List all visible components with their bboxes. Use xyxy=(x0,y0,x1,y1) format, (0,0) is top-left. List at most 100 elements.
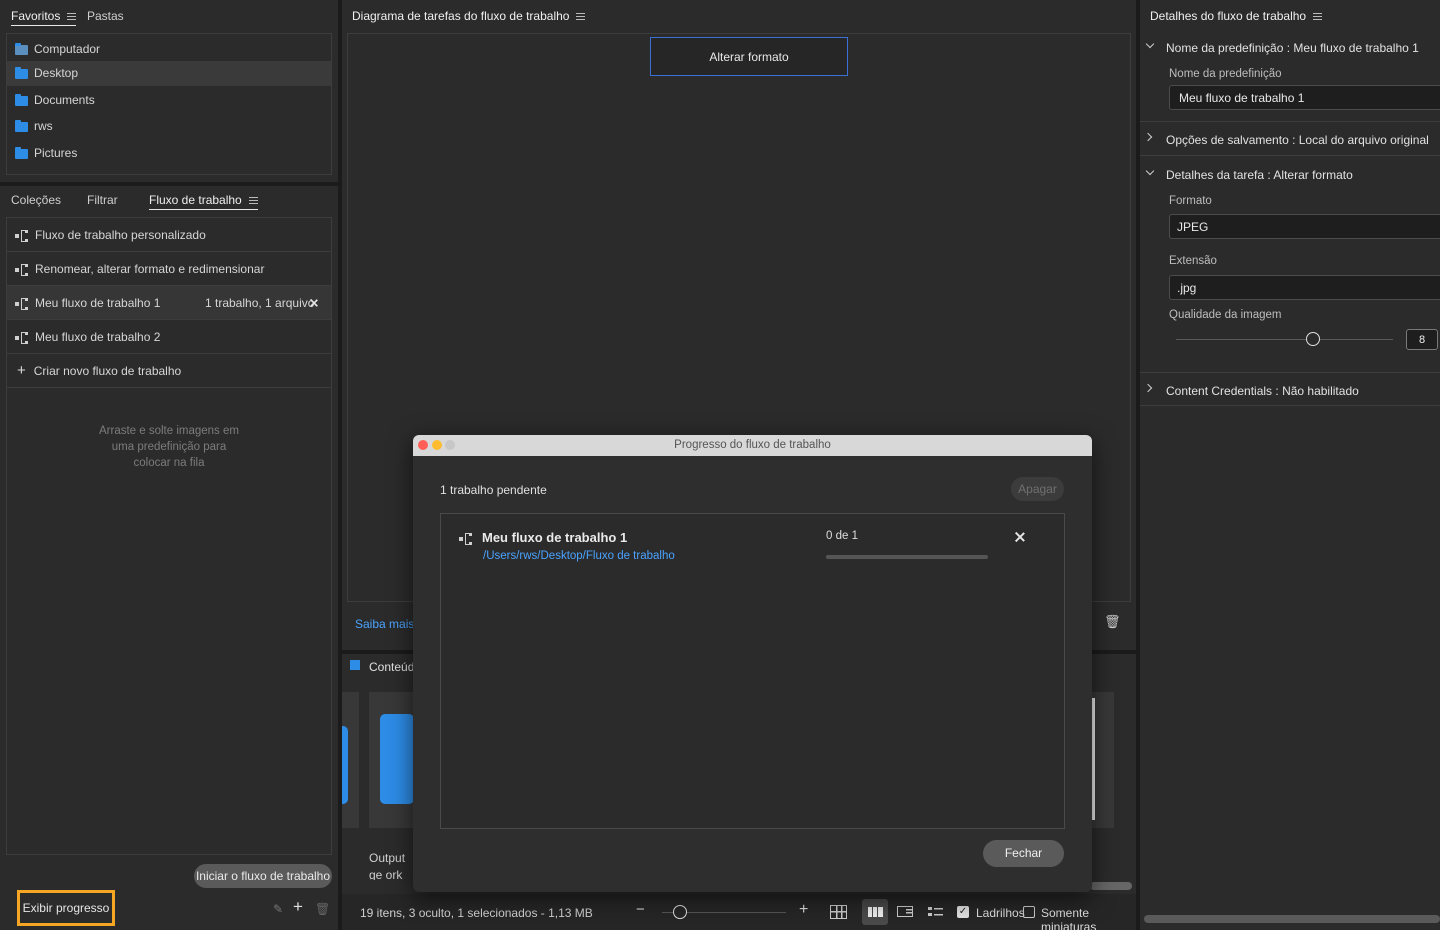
status-text: 19 itens, 3 oculto, 1 selecionados - 1,1… xyxy=(360,906,593,920)
add-icon[interactable]: + xyxy=(293,897,303,917)
list-item[interactable]: Computador xyxy=(7,37,331,62)
grid-view-icon[interactable] xyxy=(830,905,847,919)
favorite-label: rws xyxy=(34,119,53,133)
folder-icon xyxy=(15,93,28,106)
quality-label: Qualidade da imagem xyxy=(1169,309,1282,321)
detail-view-icon[interactable] xyxy=(897,906,913,917)
list-view-icon[interactable] xyxy=(928,906,943,917)
list-item[interactable]: Documents xyxy=(7,88,331,113)
edit-icon[interactable]: ✎ xyxy=(273,902,283,916)
workflow-item-label: Renomear, alterar formato e redimensiona… xyxy=(35,262,265,276)
favorite-label: Desktop xyxy=(34,66,79,80)
tab-collections[interactable]: Coleções xyxy=(11,193,61,207)
list-item-selected[interactable]: Desktop xyxy=(7,61,331,86)
quality-value-input[interactable]: 8 xyxy=(1406,329,1438,350)
menu-icon[interactable] xyxy=(67,13,77,21)
clear-button[interactable]: Apagar xyxy=(1011,477,1064,501)
divider xyxy=(1140,405,1440,406)
diagram-title: Diagrama de tarefas do fluxo de trabalho xyxy=(352,9,586,25)
favorites-list: Computador Desktop Documents rws Picture… xyxy=(6,33,332,175)
workflow-icon xyxy=(15,331,29,344)
workflow-list: Fluxo de trabalho personalizado Renomear… xyxy=(6,217,332,855)
preset-name-input[interactable]: Meu fluxo de trabalho 1 xyxy=(1169,85,1440,110)
zoom-in-icon[interactable]: + xyxy=(799,901,808,919)
workflow-item-label: Fluxo de trabalho personalizado xyxy=(35,228,206,242)
preset-section-title[interactable]: Nome da predefinição : Meu fluxo de trab… xyxy=(1166,41,1419,55)
favorite-label: Documents xyxy=(34,93,95,107)
task-node[interactable]: Alterar formato xyxy=(650,37,848,76)
tab-workflow[interactable]: Fluxo de trabalho xyxy=(149,193,258,210)
workflow-item-label: Meu fluxo de trabalho 1 xyxy=(35,296,161,310)
menu-icon[interactable] xyxy=(576,13,586,21)
dialog-titlebar: Progresso do fluxo de trabalho xyxy=(413,435,1092,456)
workflow-item[interactable]: Fluxo de trabalho personalizado xyxy=(7,218,331,252)
extension-select[interactable]: .jpg xyxy=(1169,275,1440,300)
workflow-item-selected[interactable]: Meu fluxo de trabalho 1 1 trabalho, 1 ar… xyxy=(7,286,331,320)
tab-favorites[interactable]: Favoritos xyxy=(11,9,77,26)
details-title-label: Detalhes do fluxo de trabalho xyxy=(1150,9,1307,23)
tab-folders[interactable]: Pastas xyxy=(87,9,124,23)
start-workflow-button[interactable]: Iniciar o fluxo de trabalho xyxy=(194,864,332,888)
tiles-checkbox[interactable]: ✓ xyxy=(957,906,969,918)
extension-label: Extensão xyxy=(1169,255,1217,267)
cancel-job-icon[interactable] xyxy=(1014,531,1026,543)
menu-icon[interactable] xyxy=(248,197,258,205)
remove-icon[interactable] xyxy=(309,298,319,308)
save-options-section-title[interactable]: Opções de salvamento : Local do arquivo … xyxy=(1166,133,1429,147)
favorite-label: Computador xyxy=(34,42,101,56)
pending-jobs-text: 1 trabalho pendente xyxy=(440,483,547,497)
tab-filter[interactable]: Filtrar xyxy=(87,193,118,207)
quality-slider-thumb[interactable] xyxy=(1305,332,1320,346)
workflow-icon xyxy=(15,229,29,242)
workflow-item[interactable]: Meu fluxo de trabalho 2 xyxy=(7,320,331,354)
thumbs-only-label: Somente miniaturas xyxy=(1041,906,1097,930)
create-workflow-label: Criar novo fluxo de trabalho xyxy=(33,364,182,378)
close-dialog-button[interactable]: Fechar xyxy=(983,840,1064,867)
progress-dialog: Progresso do fluxo de trabalho 1 trabalh… xyxy=(413,435,1092,892)
thumbnail-caption: Output ge ork xyxy=(369,851,406,880)
learn-more-link[interactable]: Saiba mais xyxy=(355,617,414,631)
show-progress-button[interactable]: Exibir progresso xyxy=(17,890,115,926)
horizontal-scrollbar[interactable] xyxy=(1090,882,1132,890)
folder-icon xyxy=(15,119,28,132)
workflow-item-meta: 1 trabalho, 1 arquivo xyxy=(205,296,315,310)
computer-icon xyxy=(15,42,28,55)
content-color-icon xyxy=(350,660,360,670)
tab-workflow-label: Fluxo de trabalho xyxy=(149,193,242,207)
drop-hint: Arraste e solte imagens em uma predefini… xyxy=(99,425,239,469)
tiles-label: Ladrilhos xyxy=(976,906,1025,920)
tab-favorites-label: Favoritos xyxy=(11,9,61,23)
list-item[interactable]: rws xyxy=(7,114,331,139)
quality-slider-track[interactable] xyxy=(1176,339,1393,340)
job-count: 0 de 1 xyxy=(826,530,858,542)
job-list: Meu fluxo de trabalho 1 /Users/rws/Deskt… xyxy=(440,513,1065,829)
job-name: Meu fluxo de trabalho 1 xyxy=(482,530,628,545)
show-progress-label: Exibir progresso xyxy=(22,901,110,915)
folder-thumbnail xyxy=(380,714,414,804)
format-select[interactable]: JPEG xyxy=(1169,214,1440,239)
credentials-section-title[interactable]: Content Credentials : Não habilitado xyxy=(1166,384,1359,398)
job-path-link[interactable]: /Users/rws/Desktop/Fluxo de trabalho xyxy=(483,550,675,562)
zoom-slider-thumb[interactable] xyxy=(673,905,687,919)
menu-icon[interactable] xyxy=(1313,13,1323,21)
divider xyxy=(1140,121,1440,122)
folder-icon xyxy=(15,66,28,79)
create-workflow-item[interactable]: + Criar novo fluxo de trabalho xyxy=(7,354,331,388)
zoom-out-icon[interactable]: − xyxy=(636,901,645,918)
tiles-icon xyxy=(868,907,883,917)
divider xyxy=(1140,155,1440,156)
workflow-icon xyxy=(15,297,29,310)
details-scrollbar[interactable] xyxy=(1144,915,1440,923)
workflow-item[interactable]: Renomear, alterar formato e redimensiona… xyxy=(7,252,331,286)
thumbs-only-checkbox[interactable] xyxy=(1023,906,1035,918)
divider xyxy=(1140,372,1440,373)
trash-icon[interactable]: 🗑 xyxy=(315,902,330,916)
task-details-section-title[interactable]: Detalhes da tarefa : Alterar formato xyxy=(1166,168,1353,182)
list-item[interactable]: Pictures xyxy=(7,141,331,166)
task-node-label: Alterar formato xyxy=(709,50,789,64)
favorites-panel: Favoritos Pastas Computador Desktop Docu… xyxy=(0,0,338,182)
trash-icon[interactable]: 🗑 xyxy=(1104,614,1121,630)
diagram-title-label: Diagrama de tarefas do fluxo de trabalho xyxy=(352,9,570,23)
dialog-title: Progresso do fluxo de trabalho xyxy=(674,439,831,451)
tiles-view-button[interactable] xyxy=(862,899,888,925)
